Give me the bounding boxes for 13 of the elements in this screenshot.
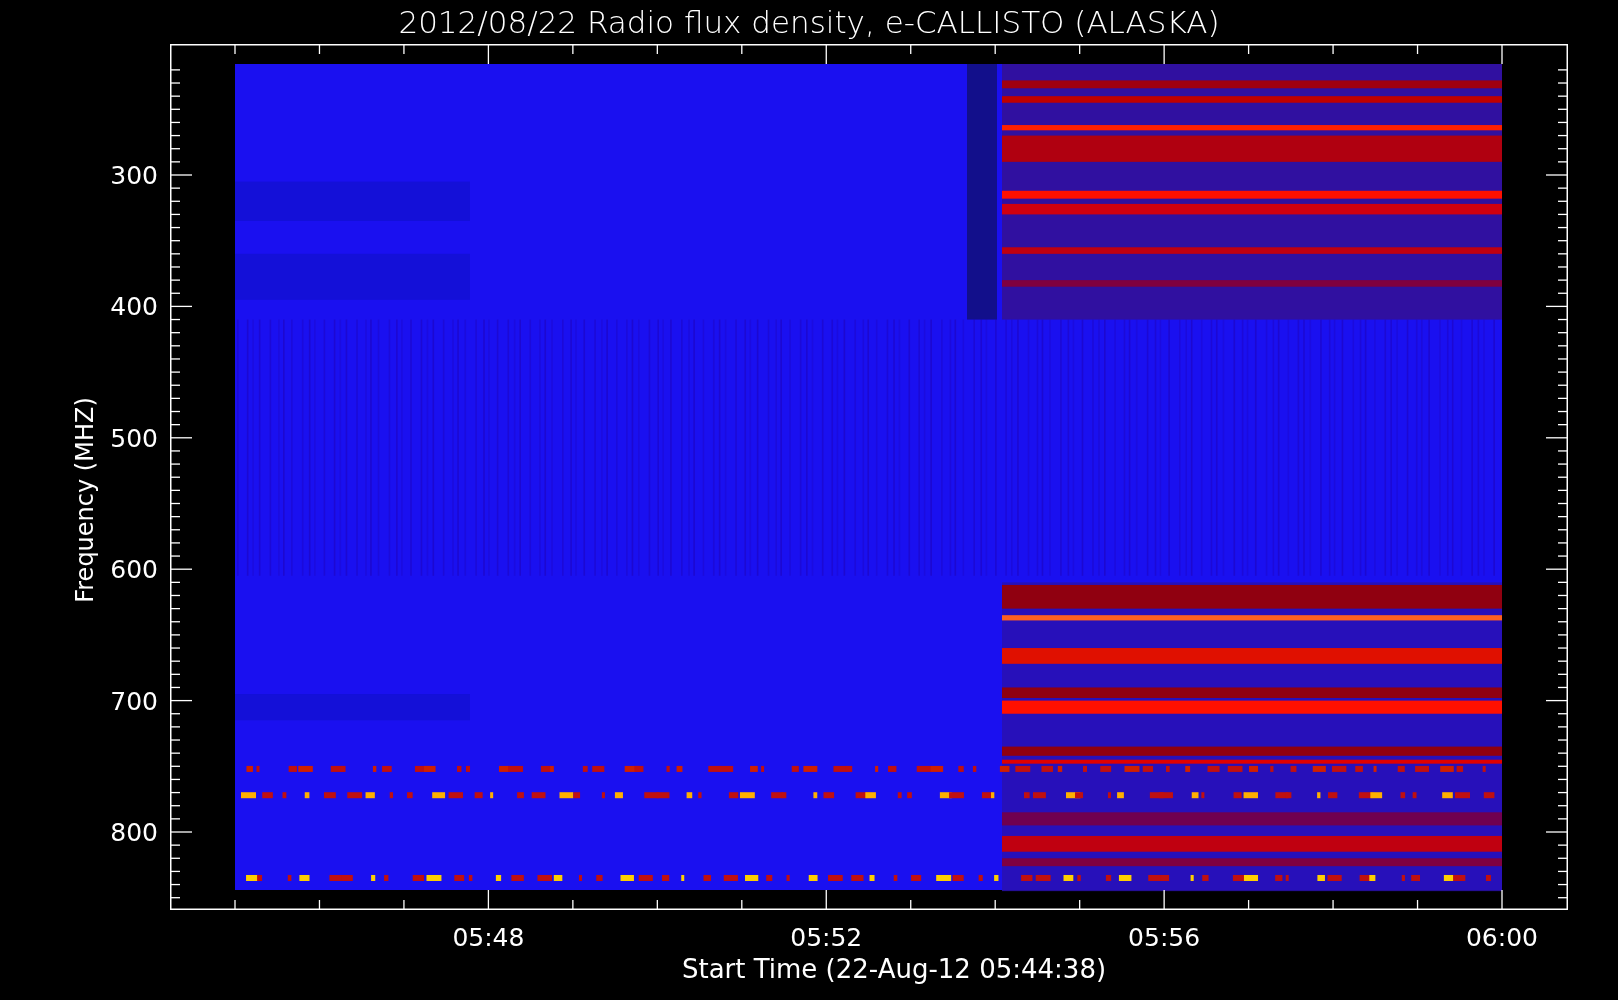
x-tick-label: 05:48 <box>452 923 525 952</box>
y-tick-label: 600 <box>110 555 158 585</box>
y-tick-label: 300 <box>110 161 158 190</box>
chart-title: 2012/08/22 Radio flux density, e-CALLISTO (ALASKA) <box>398 6 1220 38</box>
y-axis-label: Frequency (MHZ) <box>70 397 100 603</box>
x-axis-label: Start Time (22-Aug-12 05:44:38) <box>681 956 1107 982</box>
x-tick-label: 05:52 <box>790 923 863 952</box>
y-tick-label: 800 <box>110 818 158 847</box>
x-tick-label: 05:56 <box>1128 923 1201 952</box>
y-tick-label: 500 <box>110 423 158 453</box>
x-tick-label: 06:00 <box>1466 923 1538 952</box>
y-tick-label: 400 <box>110 292 158 322</box>
y-tick-label: 700 <box>110 686 158 716</box>
